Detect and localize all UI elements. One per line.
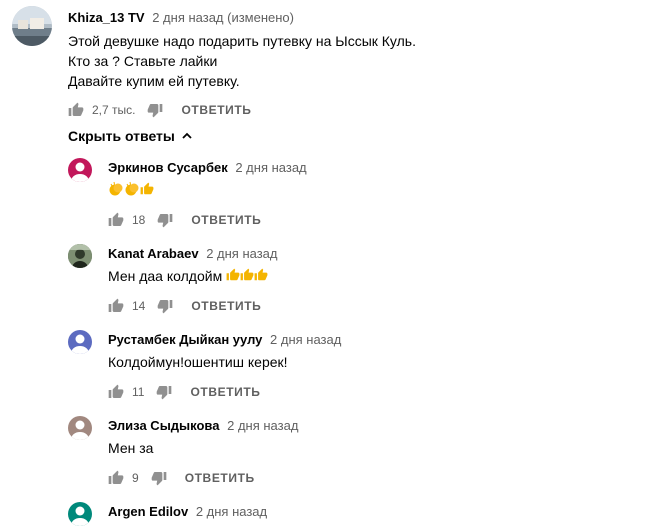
comment-text (108, 180, 154, 200)
like-count: 14 (132, 299, 146, 313)
author-avatar[interactable] (68, 502, 92, 526)
reply-comment: Элиза Сыдыкова 2 дня назад Мен за 9 ОТВЕ… (0, 408, 663, 494)
reply-button[interactable]: ОТВЕТИТЬ (190, 385, 260, 399)
thumbs-up-icon (140, 182, 154, 195)
comment-header: Kanat Arabaev 2 дня назад (108, 246, 277, 262)
comment-time[interactable]: 2 дня назад (196, 504, 267, 519)
thumbs-up-icon (108, 470, 124, 484)
reply-comment: Рустамбек Дыйкан уулу 2 дня назад Колдой… (0, 322, 663, 408)
thumbs-down-icon (148, 104, 163, 118)
author-name[interactable]: Argen Edilov (108, 504, 188, 519)
comment-header: Рустамбек Дыйкан уулу 2 дня назад (108, 332, 341, 348)
thumbs-up-icon (108, 212, 124, 226)
like-button[interactable] (108, 212, 124, 228)
dislike-button[interactable] (147, 102, 163, 118)
author-avatar[interactable] (12, 6, 52, 46)
photo-avatar-icon (68, 244, 92, 268)
thumbs-up-icon (226, 268, 240, 281)
comment-header: Argen Edilov 2 дня назад (108, 504, 267, 520)
hide-replies-toggle[interactable]: Скрыть ответы (68, 128, 193, 144)
comment-text: Колдоймун!ошентиш керек! (108, 354, 288, 370)
author-name[interactable]: Эркинов Сусарбек (108, 160, 228, 175)
thumbs-down-icon (158, 300, 173, 314)
author-name[interactable]: Рустамбек Дыйкан уулу (108, 332, 262, 347)
comment-line-1: Этой девушке надо подарить путевку на Ыс… (68, 33, 416, 49)
like-button[interactable] (108, 298, 124, 314)
like-count: 18 (132, 213, 146, 227)
thumbs-up-icon (254, 268, 268, 281)
reply-button[interactable]: ОТВЕТИТЬ (185, 471, 255, 485)
comment-time[interactable]: 2 дня назад (270, 332, 341, 347)
thumbs-up-icon (108, 298, 124, 312)
comment-actions: 14 ОТВЕТИТЬ (108, 295, 261, 317)
dislike-button[interactable] (157, 212, 173, 228)
comment-actions: 9 ОТВЕТИТЬ (108, 467, 255, 489)
author-name[interactable]: Khiza_13 TV (68, 10, 145, 25)
dislike-button[interactable] (156, 384, 172, 400)
comment-thread: Khiza_13 TV 2 дня назад (изменено) Этой … (0, 0, 663, 526)
like-count: 9 (132, 471, 139, 485)
reply-comment: Kanat Arabaev 2 дня назад Мен даа колдой… (0, 236, 663, 322)
thumbs-down-icon (158, 214, 173, 228)
dislike-button[interactable] (157, 298, 173, 314)
clapping-hands-icon (125, 181, 139, 196)
author-name[interactable]: Kanat Arabaev (108, 246, 199, 261)
like-button[interactable] (108, 384, 124, 400)
comment-actions: 2,7 тыс. ОТВЕТИТЬ (68, 99, 252, 121)
comment-text: Мен даа колдойм (108, 266, 268, 286)
thumbs-up-icon (68, 102, 84, 116)
person-avatar-icon (71, 162, 89, 182)
author-avatar[interactable] (68, 244, 92, 268)
thumbs-down-icon (151, 472, 167, 486)
comment-actions: 18 ОТВЕТИТЬ (108, 209, 261, 231)
hide-replies-label: Скрыть ответы (68, 128, 175, 144)
comment-line-2: Кто за ? Ставьте лайки (68, 53, 218, 69)
chevron-up-icon (182, 132, 192, 139)
person-avatar-icon (71, 420, 89, 440)
top-comment: Khiza_13 TV 2 дня назад (изменено) Этой … (0, 0, 663, 128)
person-avatar-icon (71, 506, 89, 526)
like-button[interactable] (108, 470, 124, 486)
like-count: 2,7 тыс. (92, 103, 136, 117)
reply-button[interactable]: ОТВЕТИТЬ (191, 213, 261, 227)
comment-text: Мен за (108, 440, 154, 456)
thumbs-up-icon (108, 384, 124, 398)
reply-button[interactable]: ОТВЕТИТЬ (181, 103, 251, 117)
author-avatar[interactable] (68, 330, 92, 354)
comment-time[interactable]: 2 дня назад (изменено) (152, 10, 294, 25)
like-count: 11 (132, 385, 145, 399)
person-avatar-icon (71, 334, 89, 354)
author-avatar[interactable] (68, 416, 92, 440)
reply-button[interactable]: ОТВЕТИТЬ (191, 299, 261, 313)
comment-time[interactable]: 2 дня назад (206, 246, 277, 261)
comment-header: Khiza_13 TV 2 дня назад (изменено) (68, 10, 294, 26)
like-button[interactable] (68, 102, 84, 118)
comment-header: Элиза Сыдыкова 2 дня назад (108, 418, 298, 434)
reply-comment: Эркинов Сусарбек 2 дня назад 18 ОТВЕТИТЬ (0, 150, 663, 236)
thumbs-down-icon (157, 386, 172, 400)
landscape-avatar-icon (12, 6, 52, 46)
comment-header: Эркинов Сусарбек 2 дня назад (108, 160, 307, 176)
thumbs-up-icon (240, 268, 254, 281)
comment-time[interactable]: 2 дня назад (227, 418, 298, 433)
comment-actions: 11 ОТВЕТИТЬ (108, 381, 261, 403)
comment-text-content: Мен даа колдойм (108, 268, 223, 284)
author-name[interactable]: Элиза Сыдыкова (108, 418, 219, 433)
reply-comment: Argen Edilov 2 дня назад (0, 494, 663, 526)
comment-line-3: Давайте купим ей путевку. (68, 73, 240, 89)
comment-time[interactable]: 2 дня назад (235, 160, 306, 175)
clapping-hands-icon (109, 181, 123, 196)
author-avatar[interactable] (68, 158, 92, 182)
dislike-button[interactable] (151, 470, 167, 486)
